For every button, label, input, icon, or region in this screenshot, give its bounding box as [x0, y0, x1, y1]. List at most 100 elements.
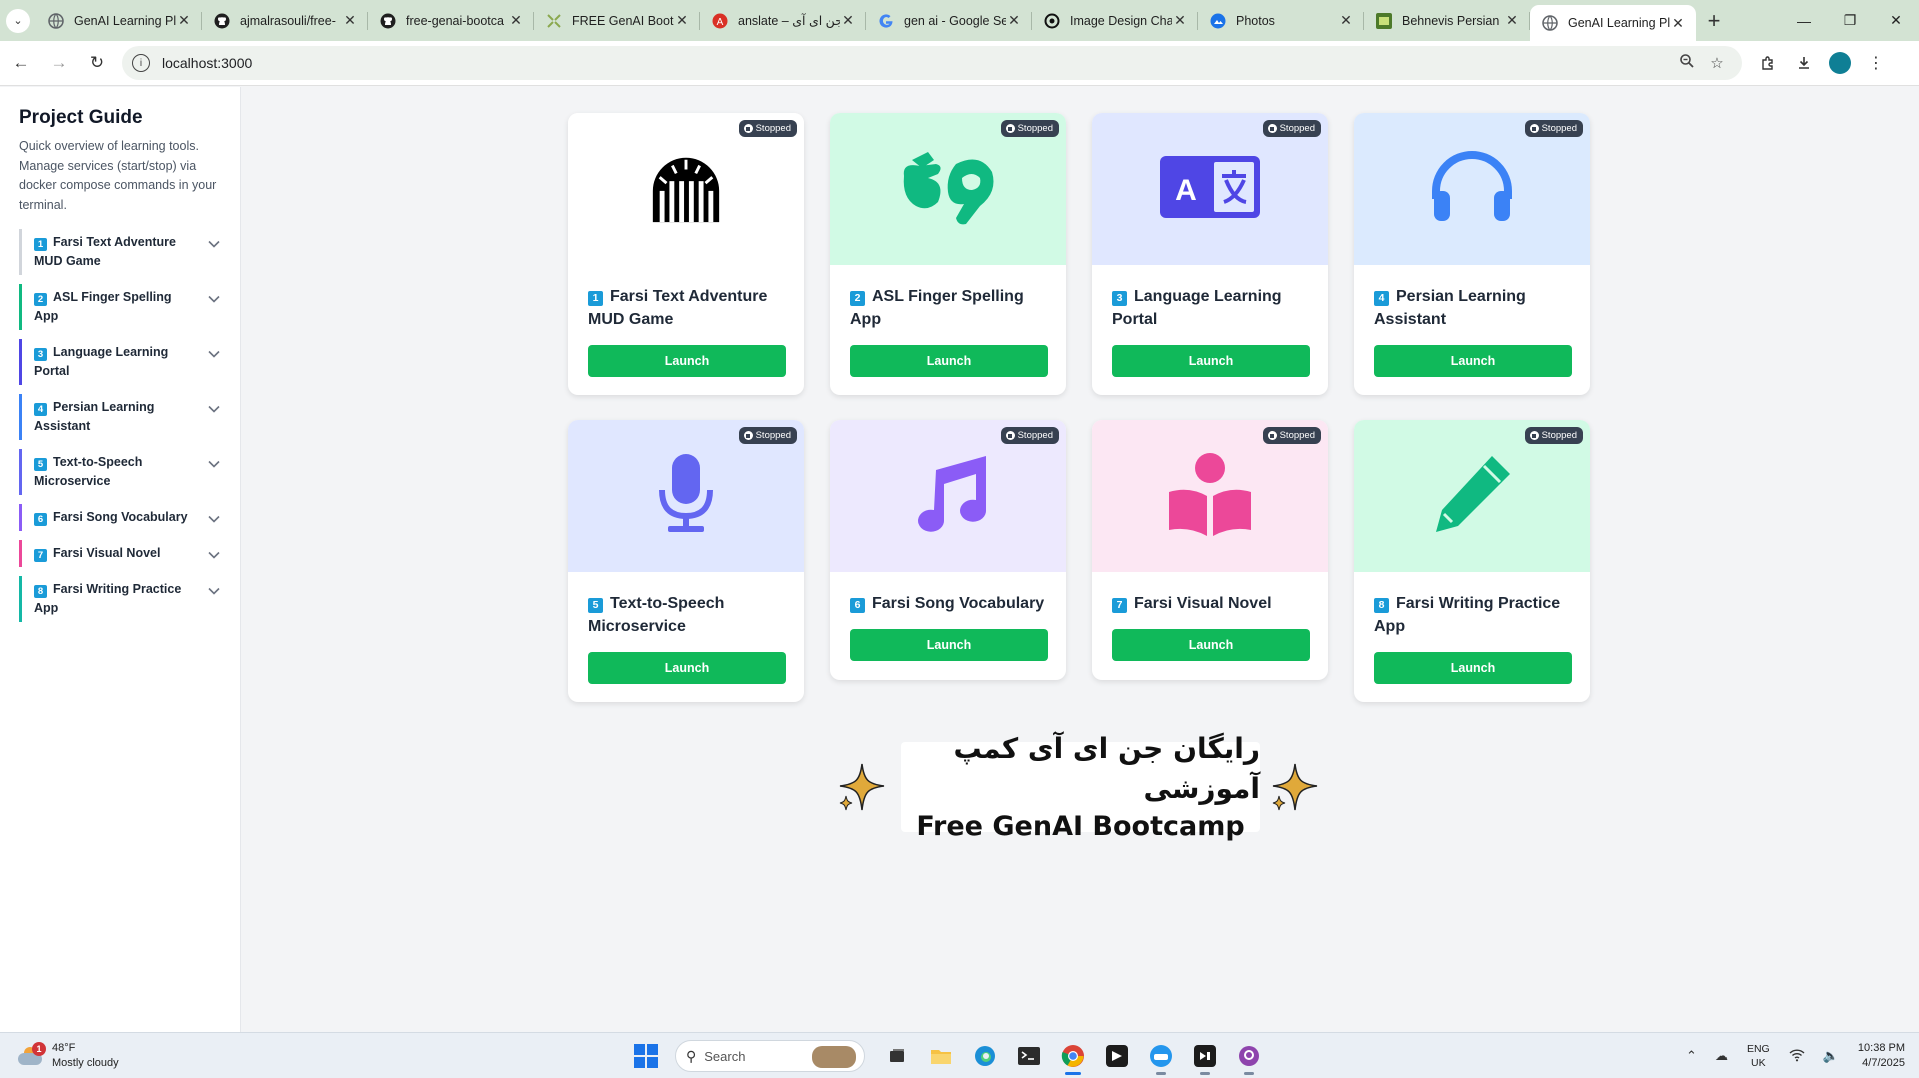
chevron-down-icon[interactable]: [208, 345, 220, 364]
url-text[interactable]: localhost:3000: [162, 55, 1672, 71]
onedrive-cloud-icon[interactable]: ☁: [1715, 1048, 1728, 1064]
microphone-icon: [656, 452, 716, 541]
browser-tab[interactable]: Photos ✕: [1198, 0, 1364, 41]
chevron-down-icon[interactable]: [208, 582, 220, 601]
minimize-button[interactable]: —: [1781, 0, 1827, 41]
sidebar-item[interactable]: 5 Text-to-Speech Microservice: [19, 449, 222, 495]
weather-widget[interactable]: 1 48°F Mostly cloudy: [18, 1041, 119, 1071]
input-language-indicator[interactable]: ENG UK: [1747, 1042, 1770, 1070]
close-window-button[interactable]: ✕: [1873, 0, 1919, 41]
terminal-icon[interactable]: [1014, 1041, 1044, 1071]
tab-search-button[interactable]: ⌄: [0, 0, 36, 41]
volume-icon[interactable]: 🔈: [1823, 1048, 1839, 1064]
browser-tab[interactable]: gen ai - Google Se ✕: [866, 0, 1032, 41]
project-card: Stopped 5 Text-to-Speech Microservice Laun…: [568, 420, 804, 702]
card-title-text: ASL Finger Spelling App: [850, 288, 1024, 328]
launch-button[interactable]: Launch: [1374, 345, 1572, 377]
launch-button[interactable]: Launch: [588, 652, 786, 684]
new-tab-button[interactable]: +: [1696, 0, 1732, 41]
sidebar-item-text: 3 Language Learning Portal: [34, 343, 194, 381]
card-title: 3 Language Learning Portal: [1112, 285, 1308, 331]
browser-tab[interactable]: free-genai-bootca ✕: [368, 0, 534, 41]
back-button[interactable]: ←: [4, 46, 38, 80]
file-explorer-icon[interactable]: [926, 1041, 956, 1071]
vscode-icon[interactable]: [1190, 1041, 1220, 1075]
address-bar[interactable]: i localhost:3000 ☆: [122, 46, 1742, 80]
task-view-icon[interactable]: [882, 1041, 912, 1071]
browser-menu-icon[interactable]: ⋮: [1858, 46, 1894, 80]
edge-browser-icon[interactable]: [970, 1041, 1000, 1071]
cursor-app-icon[interactable]: [1102, 1041, 1132, 1071]
sidebar-item-label: Farsi Writing Practice App: [34, 582, 182, 615]
forward-button[interactable]: →: [42, 46, 76, 80]
sidebar-item[interactable]: 6 Farsi Song Vocabulary: [19, 504, 222, 531]
sidebar-item[interactable]: 7 Farsi Visual Novel: [19, 540, 222, 567]
sidebar-item[interactable]: 4 Persian Learning Assistant: [19, 394, 222, 440]
number-badge: 4: [34, 403, 47, 416]
close-tab-icon[interactable]: ✕: [1670, 15, 1686, 32]
status-text: Stopped: [1541, 430, 1577, 441]
chevron-down-icon[interactable]: [208, 290, 220, 309]
close-tab-icon[interactable]: ✕: [1338, 12, 1354, 29]
bookmark-star-icon[interactable]: ☆: [1702, 54, 1732, 72]
status-badge: Stopped: [1524, 427, 1583, 444]
sidebar-item[interactable]: 1 Farsi Text Adventure MUD Game: [19, 229, 222, 275]
extensions-icon[interactable]: [1750, 46, 1786, 80]
restore-button[interactable]: ❐: [1827, 0, 1873, 41]
chrome-icon[interactable]: [1058, 1041, 1088, 1075]
launch-button[interactable]: Launch: [1112, 629, 1310, 661]
sidebar-item[interactable]: 8 Farsi Writing Practice App: [19, 576, 222, 622]
close-tab-icon[interactable]: ✕: [176, 12, 192, 29]
number-badge: 5: [34, 458, 47, 471]
zoom-icon[interactable]: [1672, 53, 1702, 73]
sidebar-item[interactable]: 2 ASL Finger Spelling App: [19, 284, 222, 330]
sidebar-item[interactable]: 3 Language Learning Portal: [19, 339, 222, 385]
system-clock[interactable]: 10:38 PM 4/7/2025: [1858, 1041, 1905, 1071]
reload-button[interactable]: ↻: [80, 46, 114, 80]
github-desktop-icon[interactable]: [1234, 1041, 1264, 1075]
download-icon[interactable]: [1786, 46, 1822, 80]
sidebar-title: Project Guide: [19, 107, 143, 128]
close-tab-icon[interactable]: ✕: [342, 12, 358, 29]
chevron-down-icon[interactable]: [208, 455, 220, 474]
close-tab-icon[interactable]: ✕: [674, 12, 690, 29]
show-hidden-icons-chevron-icon[interactable]: ⌃: [1686, 1048, 1697, 1064]
close-tab-icon[interactable]: ✕: [1006, 12, 1022, 29]
card-header: Stopped: [1092, 420, 1328, 572]
browser-tab[interactable]: Behnevis Persian ✕: [1364, 0, 1530, 41]
status-text: Stopped: [1279, 123, 1315, 134]
pencil-icon: [1430, 452, 1514, 541]
profile-avatar[interactable]: [1829, 52, 1851, 74]
docker-icon[interactable]: [1146, 1041, 1176, 1075]
browser-tab[interactable]: GenAI Learning Pl ✕: [36, 0, 202, 41]
project-card: Stopped 2 ASL Finger Spelling App Launch: [830, 113, 1066, 395]
close-tab-icon[interactable]: ✕: [840, 12, 856, 29]
chevron-down-icon[interactable]: [208, 400, 220, 419]
launch-button[interactable]: Launch: [850, 629, 1048, 661]
weather-cloudy-icon: 1: [18, 1042, 46, 1067]
launch-button[interactable]: Launch: [850, 345, 1048, 377]
chevron-down-icon[interactable]: [208, 235, 220, 254]
browser-tab[interactable]: GenAI Learning Pl ✕: [1530, 5, 1696, 41]
windows-start-icon[interactable]: [634, 1044, 658, 1068]
chevron-down-icon[interactable]: [208, 546, 220, 565]
wifi-icon[interactable]: [1789, 1048, 1805, 1065]
browser-tab[interactable]: ajmalrasouli/free- ✕: [202, 0, 368, 41]
launch-button[interactable]: Launch: [588, 345, 786, 377]
site-info-icon[interactable]: i: [132, 54, 150, 72]
status-text: Stopped: [755, 430, 791, 441]
launch-button[interactable]: Launch: [1112, 345, 1310, 377]
browser-tab[interactable]: Image Design Cha ✕: [1032, 0, 1198, 41]
stop-icon: [743, 431, 753, 440]
chevron-down-icon[interactable]: [208, 510, 220, 529]
number-badge: 3: [34, 348, 47, 361]
launch-button[interactable]: Launch: [1374, 652, 1572, 684]
card-header: Stopped: [830, 113, 1066, 265]
close-tab-icon[interactable]: ✕: [508, 12, 524, 29]
taskbar-search-box[interactable]: ⚲ Search: [675, 1040, 865, 1072]
close-tab-icon[interactable]: ✕: [1172, 12, 1188, 29]
browser-tab[interactable]: Aanslate – جن ای آی ✕: [700, 0, 866, 41]
browser-tab[interactable]: FREE GenAI Bootc ✕: [534, 0, 700, 41]
weather-description: Mostly cloudy: [52, 1057, 119, 1069]
close-tab-icon[interactable]: ✕: [1504, 12, 1520, 29]
